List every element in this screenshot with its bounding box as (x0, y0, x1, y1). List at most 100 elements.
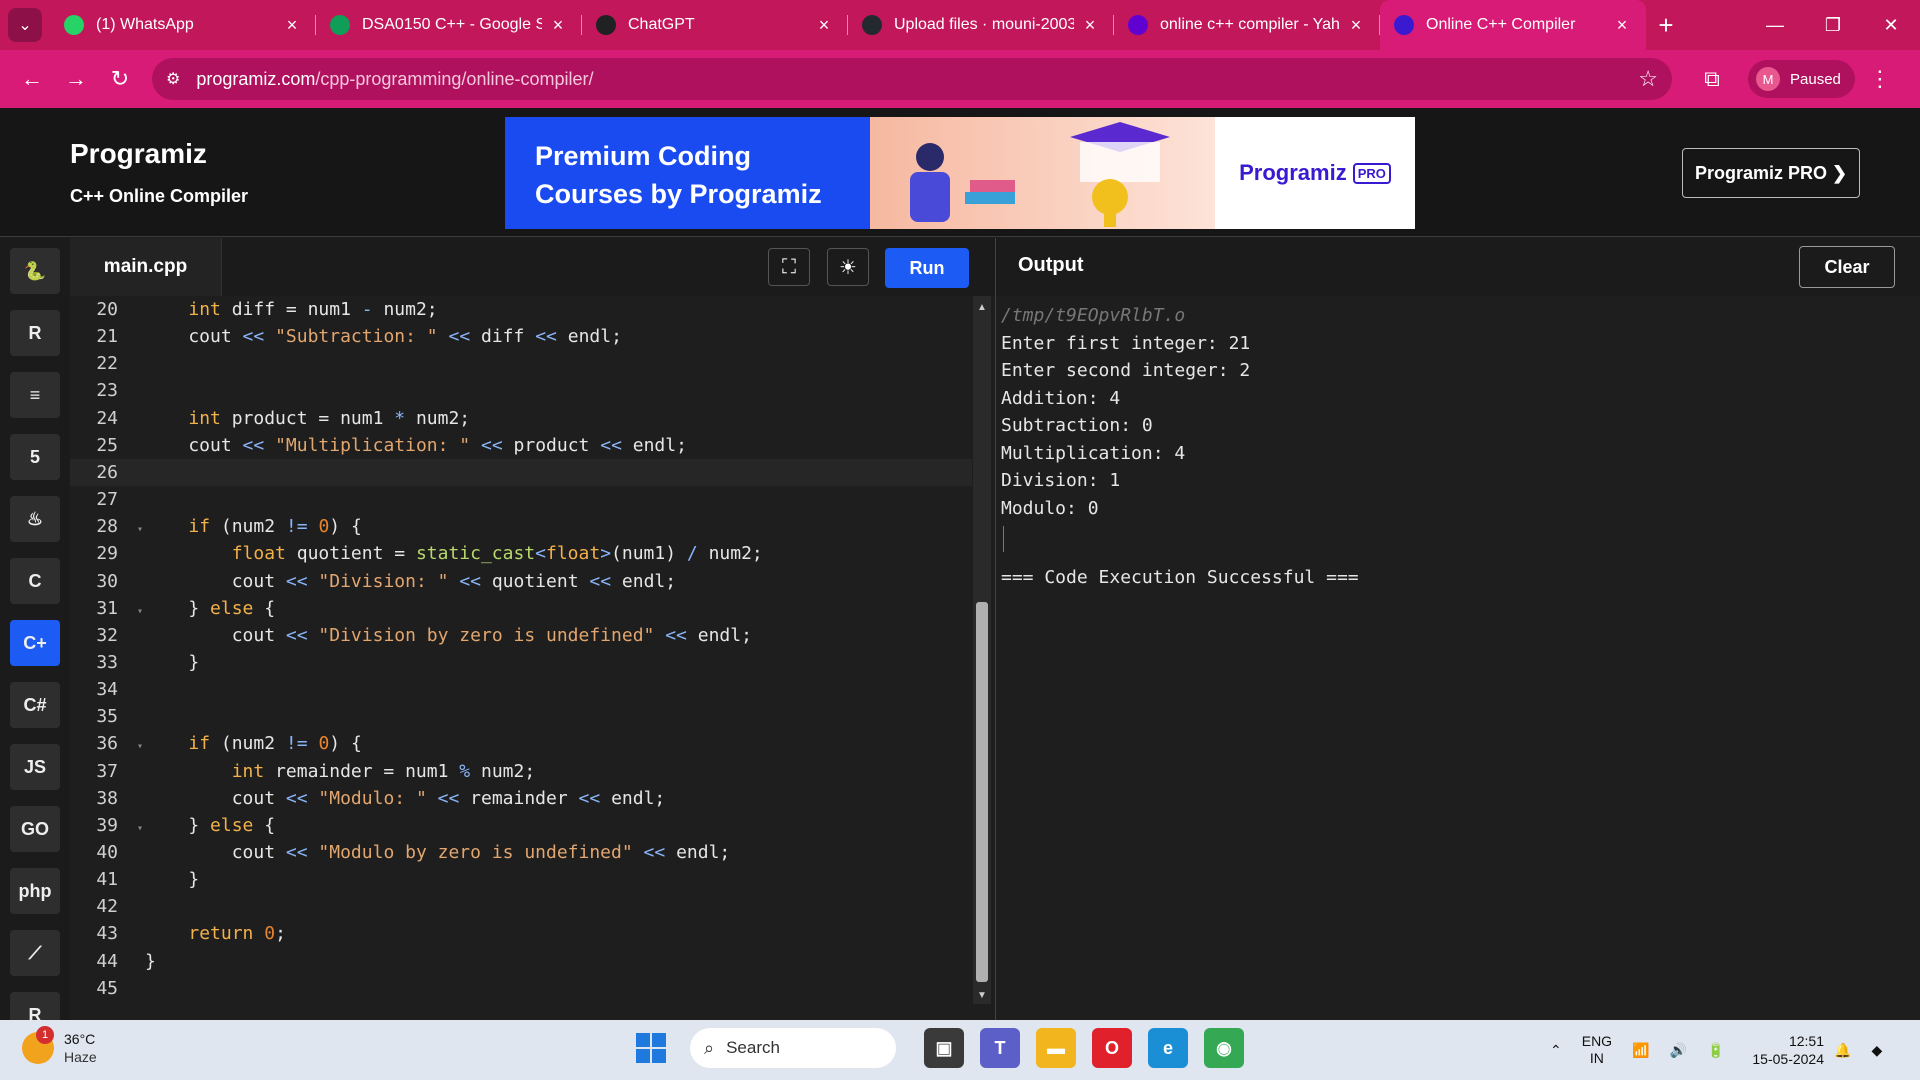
chevron-up-icon[interactable]: ⌃ (1550, 1042, 1562, 1059)
close-tab-icon[interactable]: × (814, 15, 834, 36)
fold-arrow-icon[interactable]: ▾ (137, 516, 145, 543)
close-tab-icon[interactable]: × (1080, 15, 1100, 36)
code-line[interactable]: 23 (70, 377, 145, 404)
browser-menu-icon[interactable]: ⋮ (1869, 66, 1891, 92)
code-line[interactable]: 22 (70, 350, 145, 377)
code-line[interactable]: 42 (70, 893, 145, 920)
battery-icon[interactable]: 🔋 (1707, 1042, 1724, 1059)
code-line[interactable]: 43 return 0; (70, 920, 286, 947)
browser-tab[interactable]: (1) WhatsApp × (50, 0, 316, 50)
copilot-icon[interactable]: ◆ (1871, 1042, 1882, 1059)
reload-button[interactable]: ↻ (98, 57, 142, 101)
rust-icon[interactable]: R (10, 992, 60, 1020)
code-line[interactable]: 40 cout << "Modulo by zero is undefined"… (70, 839, 730, 866)
code-line[interactable]: 33 } (70, 649, 199, 676)
code-line[interactable]: 41 } (70, 866, 199, 893)
browser-tab[interactable]: ChatGPT × (582, 0, 848, 50)
edge-icon[interactable]: e (1148, 1028, 1188, 1068)
code-line[interactable]: 32 cout << "Division by zero is undefine… (70, 622, 752, 649)
scroll-up-icon[interactable]: ▲ (977, 302, 987, 313)
browser-tab[interactable]: online c++ compiler - Yahc × (1114, 0, 1380, 50)
windows-start-icon[interactable] (636, 1033, 666, 1063)
go-icon[interactable]: GO (10, 806, 60, 852)
browser-tab[interactable]: DSA0150 C++ - Google Sh × (316, 0, 582, 50)
fold-arrow-icon[interactable]: ▾ (137, 598, 145, 625)
run-button[interactable]: Run (885, 248, 969, 288)
file-tab-main-cpp[interactable]: main.cpp (70, 238, 222, 296)
code-editor[interactable]: 20 int diff = num1 - num2; 21 cout << "Su… (70, 296, 995, 1020)
sql-icon[interactable]: ≡ (10, 372, 60, 418)
close-tab-icon[interactable]: × (1612, 15, 1632, 36)
c-icon[interactable]: C (10, 558, 60, 604)
site-settings-icon[interactable]: ⚙ (166, 69, 180, 89)
close-window-icon[interactable]: ✕ (1862, 0, 1920, 50)
code-line[interactable]: 45 (70, 975, 145, 1002)
code-line[interactable]: 44} (70, 948, 156, 975)
notification-bell-icon[interactable]: 🔔 (1834, 1042, 1851, 1059)
address-bar[interactable]: ⚙ programiz.com/cpp-programming/online-c… (152, 58, 1672, 100)
clock[interactable]: 12:51 15-05-2024 (1752, 1032, 1824, 1068)
teams-icon[interactable]: T (980, 1028, 1020, 1068)
close-tab-icon[interactable]: × (1346, 15, 1366, 36)
clear-button[interactable]: Clear (1799, 246, 1895, 288)
chrome-icon[interactable]: ◉ (1204, 1028, 1244, 1068)
code-line[interactable]: 31 ▾ } else { (70, 595, 275, 622)
code-line[interactable]: 35 (70, 703, 145, 730)
bookmark-star-icon[interactable]: ☆ (1638, 66, 1658, 92)
scroll-thumb[interactable] (976, 602, 988, 982)
r-icon[interactable]: R (10, 310, 60, 356)
fullscreen-button[interactable]: ⛶ (768, 248, 810, 286)
back-button[interactable]: ← (10, 57, 54, 101)
code-line[interactable]: 38 cout << "Modulo: " << remainder << en… (70, 785, 665, 812)
programiz-pro-button[interactable]: Programiz PRO ❯ (1682, 148, 1860, 198)
code-line[interactable]: 20 int diff = num1 - num2; (70, 296, 437, 323)
code-line[interactable]: 29 float quotient = static_cast<float>(n… (70, 540, 762, 567)
promo-banner[interactable]: Premium Coding Courses by Programiz Prog… (505, 117, 1415, 229)
programiz-logo[interactable]: Programiz (70, 138, 207, 170)
restore-icon[interactable]: ❐ (1804, 0, 1862, 50)
browser-tab[interactable]: Online C++ Compiler × (1380, 0, 1646, 50)
editor-scrollbar[interactable]: ▲ ▼ (973, 296, 991, 1004)
task-view-icon[interactable]: ▣ (924, 1028, 964, 1068)
code-line[interactable]: 25 cout << "Multiplication: " << product… (70, 432, 687, 459)
close-tab-icon[interactable]: × (282, 15, 302, 36)
csharp-icon[interactable]: C# (10, 682, 60, 728)
code-line[interactable]: 24 int product = num1 * num2; (70, 405, 470, 432)
theme-toggle-button[interactable]: ☀ (827, 248, 869, 286)
code-line[interactable]: 34 (70, 676, 145, 703)
swift-icon[interactable]: ⟋ (10, 930, 60, 976)
output-console[interactable]: /tmp/t9EOpvRlbT.o Enter first integer: 2… (995, 296, 1920, 1020)
code-line[interactable]: 36 ▾ if (num2 != 0) { (70, 730, 361, 760)
code-line[interactable]: 21 cout << "Subtraction: " << diff << en… (70, 323, 622, 350)
fold-arrow-icon[interactable]: ▾ (137, 733, 145, 760)
code-line[interactable]: 37 int remainder = num1 % num2; (70, 758, 535, 785)
code-line[interactable]: 28 ▾ if (num2 != 0) { (70, 513, 361, 543)
js-icon[interactable]: JS (10, 744, 60, 790)
volume-icon[interactable]: 🔊 (1670, 1042, 1687, 1059)
code-line[interactable]: 27 (70, 486, 145, 513)
html-icon[interactable]: 5 (10, 434, 60, 480)
code-line[interactable]: 26 (70, 458, 972, 486)
language-indicator[interactable]: ENG IN (1582, 1033, 1612, 1067)
java-icon[interactable]: ♨ (10, 496, 60, 542)
taskbar-search[interactable]: ⌕ Search (690, 1028, 896, 1068)
profile-button[interactable]: M Paused (1748, 60, 1855, 98)
opera-icon[interactable]: O (1092, 1028, 1132, 1068)
forward-button[interactable]: → (54, 57, 98, 101)
scroll-down-icon[interactable]: ▼ (977, 990, 987, 1001)
close-tab-icon[interactable]: × (548, 15, 568, 36)
wifi-icon[interactable]: 📶 (1632, 1042, 1649, 1059)
code-line[interactable]: 39 ▾ } else { (70, 812, 275, 839)
weather-widget[interactable]: 1 36°C Haze (22, 1026, 97, 1066)
browser-tab[interactable]: Upload files · mouni-2003/ × (848, 0, 1114, 50)
fold-arrow-icon[interactable]: ▾ (137, 815, 145, 842)
extensions-icon[interactable]: ⧉ (1690, 57, 1734, 101)
code-line[interactable]: 30 cout << "Division: " << quotient << e… (70, 568, 676, 595)
cpp-icon[interactable]: C+ (10, 620, 60, 666)
tab-search-button[interactable]: ⌄ (8, 8, 42, 42)
python-icon[interactable]: 🐍 (10, 248, 60, 294)
file-explorer-icon[interactable]: ▬ (1036, 1028, 1076, 1068)
new-tab-button[interactable]: + (1646, 0, 1686, 50)
php-icon[interactable]: php (10, 868, 60, 914)
minimize-icon[interactable]: — (1746, 0, 1804, 50)
